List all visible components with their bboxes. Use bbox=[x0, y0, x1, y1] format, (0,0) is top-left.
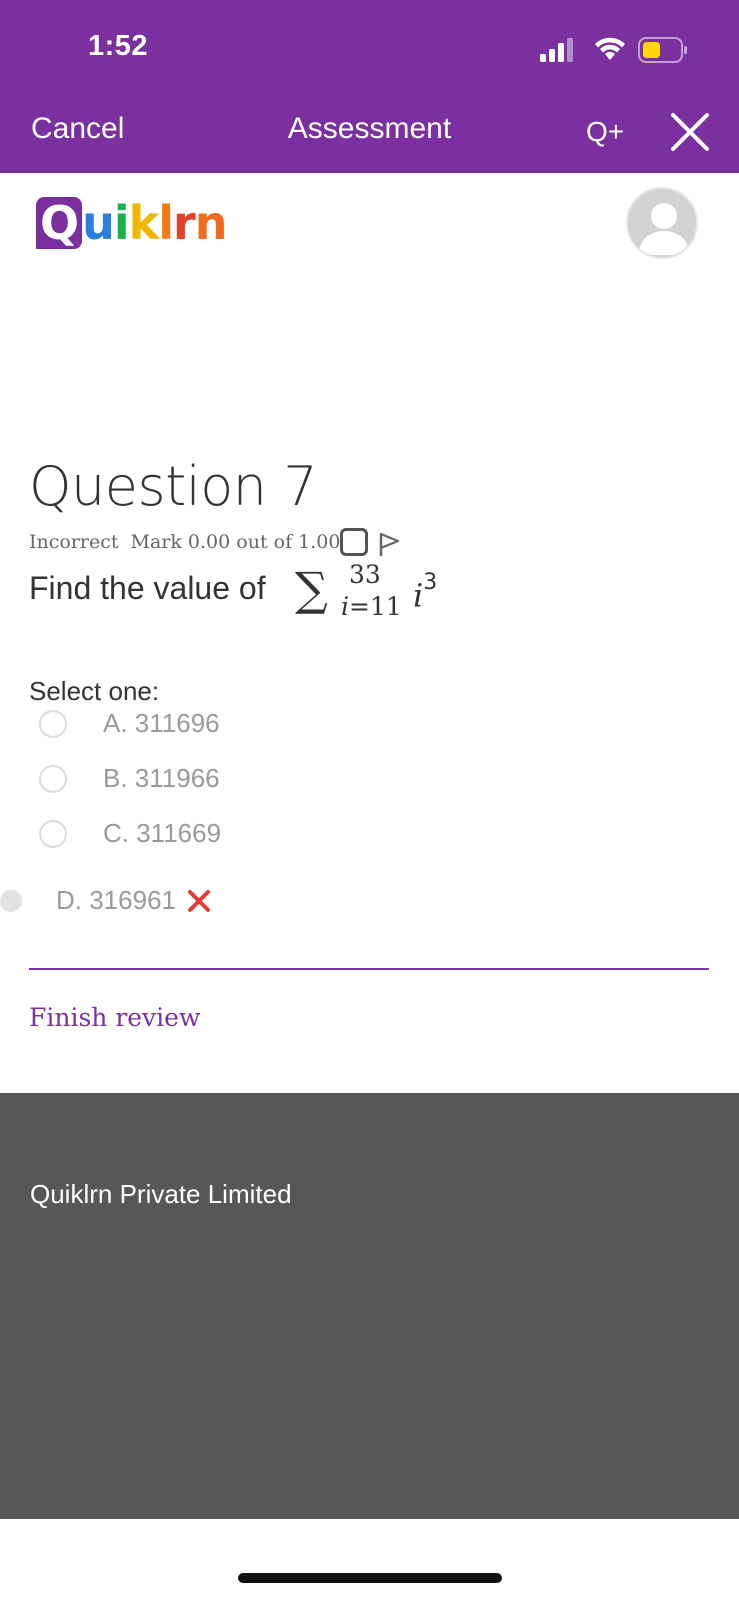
logo-k: k bbox=[128, 196, 160, 250]
question-text: Find the value of bbox=[29, 570, 266, 606]
option-d[interactable]: D. 316961 bbox=[0, 885, 212, 916]
term-exponent: 3 bbox=[423, 570, 438, 595]
close-button[interactable] bbox=[668, 110, 712, 154]
sum-lower-limit: i=11 bbox=[341, 592, 402, 621]
question-mark: Mark 0.00 out of 1.00 bbox=[130, 531, 341, 553]
option-c-label: C. 311669 bbox=[103, 818, 222, 848]
footer-company: Quiklrn Private Limited bbox=[30, 1179, 292, 1209]
radio-a[interactable] bbox=[39, 709, 67, 738]
section-divider bbox=[29, 968, 709, 970]
option-a-label: A. 311696 bbox=[103, 708, 220, 738]
cellular-signal-icon bbox=[540, 38, 573, 62]
sum-upper-limit: 33 bbox=[349, 560, 381, 589]
option-b-label: B. 311966 bbox=[103, 763, 220, 793]
quiklrn-logo[interactable]: Quiklrn bbox=[36, 196, 228, 256]
question-info: Incorrect Mark 0.00 out of 1.00 bbox=[29, 531, 352, 553]
logo-r: r bbox=[173, 196, 196, 250]
option-d-label: D. 316961 bbox=[56, 885, 176, 915]
status-time: 1:52 bbox=[88, 30, 149, 62]
cancel-button[interactable]: Cancel bbox=[31, 112, 124, 146]
footer: Quiklrn Private Limited bbox=[0, 1093, 739, 1519]
page-title: Assessment bbox=[287, 112, 452, 145]
logo-u: u bbox=[82, 196, 115, 250]
incorrect-icon bbox=[187, 889, 210, 912]
question-state: Incorrect bbox=[29, 531, 119, 553]
sum-expression: ∑ 33 i=11 i3 bbox=[295, 560, 455, 622]
radio-c[interactable] bbox=[39, 819, 67, 848]
option-a[interactable]: A. 311696 bbox=[39, 708, 220, 739]
select-one-label: Select one: bbox=[29, 676, 160, 706]
user-icon bbox=[628, 189, 696, 257]
option-c[interactable]: C. 311669 bbox=[39, 818, 221, 849]
question-title: Question 7 bbox=[29, 455, 318, 518]
home-indicator[interactable] bbox=[238, 1573, 502, 1583]
radio-d-selected[interactable] bbox=[0, 889, 22, 912]
logo-i: i bbox=[113, 196, 130, 250]
q-plus-button[interactable]: Q+ bbox=[586, 116, 624, 148]
flag-icon[interactable] bbox=[376, 531, 402, 557]
finish-review-link[interactable]: Finish review bbox=[29, 1003, 200, 1032]
logo-q: Q bbox=[36, 197, 83, 249]
avatar[interactable] bbox=[626, 187, 698, 259]
top-bar: 1:52 Cancel Assessment Q+ bbox=[0, 0, 739, 173]
logo-n: n bbox=[194, 196, 228, 250]
sum-lower-value: =11 bbox=[349, 592, 402, 621]
sum-term: i3 bbox=[413, 570, 437, 615]
term-var: i bbox=[413, 576, 424, 615]
wifi-icon bbox=[595, 37, 625, 60]
flag-checkbox[interactable] bbox=[340, 528, 368, 556]
option-b[interactable]: B. 311966 bbox=[39, 763, 220, 794]
sigma-symbol: ∑ bbox=[295, 562, 328, 616]
battery-icon bbox=[638, 37, 687, 63]
logo-l: l bbox=[158, 196, 174, 250]
sum-index-var: i bbox=[341, 592, 349, 621]
radio-b[interactable] bbox=[39, 764, 67, 793]
close-icon bbox=[671, 113, 709, 151]
